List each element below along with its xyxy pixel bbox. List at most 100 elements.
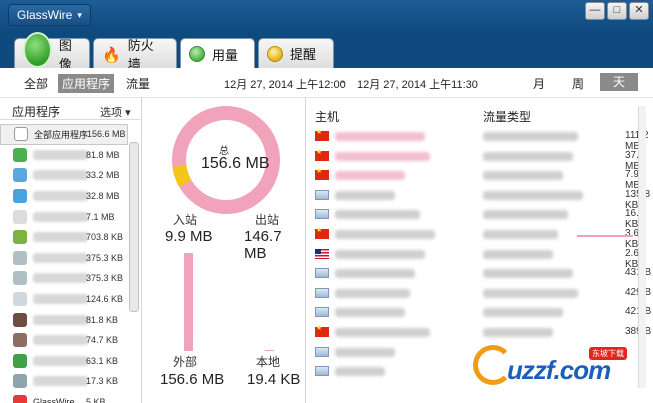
host-name xyxy=(335,171,405,181)
table-row[interactable]: 431 B xyxy=(307,265,653,285)
app-name xyxy=(33,273,88,284)
host-name xyxy=(335,132,425,141)
china-flag-icon xyxy=(315,128,329,141)
china-flag-icon xyxy=(315,324,329,337)
minimize-button[interactable]: — xyxy=(585,2,605,20)
close-button[interactable]: ✕ xyxy=(629,2,649,20)
app-size: 81.8 MB xyxy=(86,149,120,160)
tab-graph[interactable]: 图像 xyxy=(14,31,90,72)
app-list-item[interactable]: 703.8 KB xyxy=(0,227,128,248)
local-network-icon xyxy=(315,366,329,377)
app-size: 7.1 MB xyxy=(86,211,115,222)
table-row[interactable]: 16.3 KB xyxy=(307,206,653,230)
date-end[interactable]: 12月 27, 2014 上午11:30 xyxy=(357,76,478,92)
app-list-item[interactable]: 124.6 KB xyxy=(0,289,128,310)
app-list-item[interactable]: GlassWire 5 KB xyxy=(0,392,128,403)
china-flag-icon xyxy=(315,226,329,239)
app-menu-button[interactable]: GlassWire ▾ xyxy=(8,4,91,26)
traffic-type-name xyxy=(483,308,563,318)
period-week[interactable]: 周 xyxy=(572,75,584,92)
table-row[interactable]: 429 B xyxy=(307,285,653,305)
app-list-panel: 应用程序 选项 ▾ 全部应用程序 156.6 MB 81.8 MB 33.2 MB 32… xyxy=(0,98,142,403)
traffic-type-column-header: 流量类型 xyxy=(483,110,532,124)
graph-icon xyxy=(23,31,52,68)
filter-apps[interactable]: 应用程序 xyxy=(58,74,115,93)
traffic-type-name xyxy=(483,230,558,239)
summary-panel: 总 156.6 MB 入站 9.9 MB 出站 146.7 MB 外部 156.… xyxy=(143,98,306,403)
app-icon xyxy=(13,147,27,162)
app-list-item[interactable]: 7.1 MB xyxy=(0,206,128,227)
date-start[interactable]: 12月 27, 2014 上午12:00 xyxy=(224,76,346,92)
local-network-icon xyxy=(315,268,329,279)
app-name xyxy=(33,211,88,222)
period-day[interactable]: 天 xyxy=(600,73,638,91)
app-list-item[interactable]: 33.2 MB xyxy=(0,165,128,186)
app-icon xyxy=(13,333,27,348)
app-name: GlassWire xyxy=(33,397,75,403)
app-list-title: 应用程序 xyxy=(12,105,61,119)
traffic-type-name xyxy=(483,210,568,220)
app-list-header: 应用程序 选项 ▾ xyxy=(0,98,142,120)
app-name xyxy=(33,232,88,243)
host-column-header: 主机 xyxy=(315,110,340,124)
app-name xyxy=(33,149,88,160)
app-size: 375.3 KB xyxy=(86,273,124,284)
app-name xyxy=(33,314,88,325)
app-list-item[interactable]: 81.8 KB xyxy=(0,309,128,330)
options-dropdown[interactable]: 选项 ▾ xyxy=(100,104,131,120)
usage-icon xyxy=(189,46,205,62)
app-list-item[interactable]: 81.8 MB xyxy=(0,145,128,166)
host-name xyxy=(335,308,405,318)
window-controls: — □ ✕ xyxy=(585,2,649,20)
options-label: 选项 xyxy=(100,107,122,119)
table-row[interactable]: 7.9 MB xyxy=(307,167,653,191)
host-name xyxy=(335,328,430,337)
table-row[interactable]: 2.6 KB xyxy=(307,246,653,270)
app-title: GlassWire xyxy=(17,8,73,22)
local-network-icon xyxy=(315,209,329,220)
traffic-type-name xyxy=(483,269,573,279)
table-row[interactable]: 37.4 MB xyxy=(307,148,653,172)
local-network-icon xyxy=(315,307,329,318)
tab-label: 提醒 xyxy=(290,47,317,62)
period-month[interactable]: 月 xyxy=(533,75,545,92)
app-list-item[interactable]: 375.3 KB xyxy=(0,268,128,289)
tab-firewall[interactable]: 🔥 防火墙 xyxy=(93,38,177,72)
app-list-item[interactable]: 全部应用程序 156.6 MB xyxy=(0,124,128,145)
local-label: 本地 xyxy=(256,355,281,369)
app-list-item[interactable]: 63.1 KB xyxy=(0,351,128,372)
table-row[interactable]: 111.2 MB xyxy=(307,128,653,152)
filter-all[interactable]: 全部 xyxy=(24,75,48,92)
app-list-item[interactable]: 375.3 KB xyxy=(0,248,128,269)
app-name xyxy=(33,294,88,305)
title-bar: GlassWire ▾ — □ ✕ xyxy=(0,0,653,32)
watermark-badge: 东坡下载 xyxy=(589,347,627,360)
table-row[interactable]: 421 B xyxy=(307,304,653,324)
tab-usage[interactable]: 用量 xyxy=(180,38,255,69)
app-icon xyxy=(13,312,27,327)
app-size: 375.3 KB xyxy=(86,252,124,263)
app-icon xyxy=(13,250,27,265)
table-row[interactable]: 135.8 KB xyxy=(307,187,653,211)
app-list-item[interactable]: 32.8 MB xyxy=(0,186,128,207)
host-name xyxy=(335,347,395,357)
app-list: 全部应用程序 156.6 MB 81.8 MB 33.2 MB 32.8 MB 7.1 M… xyxy=(0,124,128,403)
traffic-type-name xyxy=(483,171,563,181)
tab-alerts[interactable]: 提醒 xyxy=(258,38,334,68)
app-list-item[interactable]: 17.3 KB xyxy=(0,371,128,392)
traffic-usage-line xyxy=(577,235,633,237)
app-name xyxy=(33,252,88,263)
app-list-scrollbar[interactable] xyxy=(129,142,139,312)
us-flag-icon xyxy=(315,248,329,259)
external-label: 外部 xyxy=(173,355,198,369)
chevron-down-icon: ▾ xyxy=(125,107,131,119)
app-size: 63.1 KB xyxy=(86,355,119,366)
app-list-item[interactable]: 74.7 KB xyxy=(0,330,128,351)
filter-traffic[interactable]: 流量 xyxy=(126,75,150,92)
app-icon xyxy=(13,292,27,307)
app-name xyxy=(33,376,88,387)
local-value: 19.4 KB xyxy=(247,371,301,388)
app-icon xyxy=(14,127,28,142)
maximize-button[interactable]: □ xyxy=(607,2,627,20)
app-icon xyxy=(13,168,27,183)
